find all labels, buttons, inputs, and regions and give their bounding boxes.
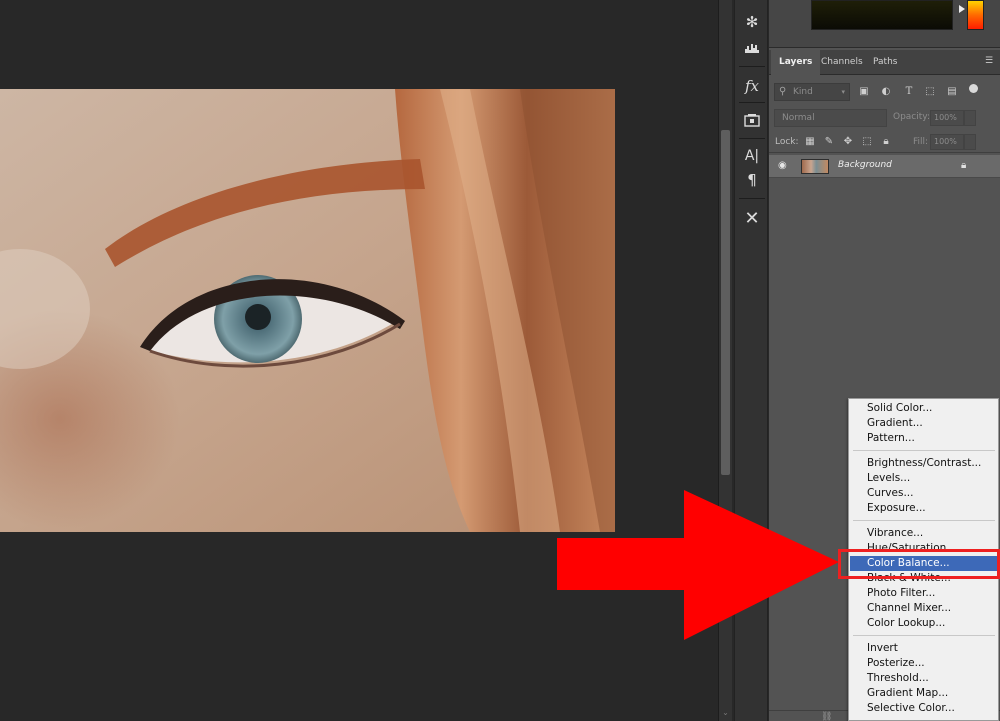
menu-item-invert[interactable]: Invert (850, 641, 998, 656)
search-icon: ⚲ (779, 86, 787, 97)
menu-separator (853, 635, 995, 636)
fill-input[interactable]: 100% (930, 134, 964, 150)
layers-panel-tabs: Layers Channels Paths ☰ (769, 50, 1000, 75)
kind-filter-label: Kind (793, 87, 813, 97)
color-panel (769, 0, 1000, 48)
hue-slider-arrow-icon[interactable] (959, 5, 965, 13)
character-icon[interactable]: A| (740, 144, 764, 168)
layer-row[interactable]: ◉ Background 🔒︎ (769, 155, 1000, 178)
menu-item-threshold[interactable]: Threshold... (850, 671, 998, 686)
annotation-arrow-icon (557, 490, 839, 640)
library-icon[interactable] (740, 108, 764, 132)
lock-icon: 🔒︎ (961, 160, 967, 171)
layer-thumbnail (801, 159, 829, 174)
smart-object-filter-icon[interactable]: ▤ (945, 85, 959, 99)
chevron-down-icon: ▾ (841, 88, 845, 96)
panel-menu-icon[interactable]: ☰ (985, 56, 995, 66)
filter-toggle[interactable] (969, 84, 978, 93)
lock-image-icon[interactable]: ✎ (822, 135, 836, 149)
lock-all-icon[interactable]: 🔒︎ (879, 135, 893, 149)
tools-icon[interactable]: ✕ (740, 206, 764, 230)
lock-transparent-icon[interactable]: ▦ (803, 135, 817, 149)
link-icon[interactable]: ⛓ (821, 712, 832, 721)
scroll-down-icon[interactable]: ⌄ (721, 708, 730, 717)
opacity-input[interactable]: 100% (930, 110, 964, 126)
fill-label: Fill: (913, 137, 929, 147)
menu-item-curves[interactable]: Curves... (850, 486, 998, 501)
layer-filter-row: ⚲ Kind ▾ ▣ ◐ T ⬚ ▤ (769, 80, 1000, 104)
menu-item-levels[interactable]: Levels... (850, 471, 998, 486)
color-field[interactable] (811, 0, 953, 30)
layer-kind-filter[interactable]: ⚲ Kind ▾ (774, 83, 850, 101)
menu-item-gradient-map[interactable]: Gradient Map... (850, 686, 998, 701)
fx-icon[interactable]: fx (740, 74, 764, 98)
menu-item-posterize[interactable]: Posterize... (850, 656, 998, 671)
strip-divider (739, 102, 765, 103)
menu-item-channel-mixer[interactable]: Channel Mixer... (850, 601, 998, 616)
menu-item-pattern[interactable]: Pattern... (850, 431, 998, 446)
menu-item-gradient[interactable]: Gradient... (850, 416, 998, 431)
lock-label: Lock: (775, 137, 799, 147)
menu-item-brightness-contrast[interactable]: Brightness/Contrast... (850, 456, 998, 471)
document-image[interactable] (0, 89, 615, 532)
tab-channels[interactable]: Channels (813, 50, 871, 75)
menu-item-photo-filter[interactable]: Photo Filter... (850, 586, 998, 601)
fill-dropdown[interactable] (964, 134, 976, 150)
shape-filter-icon[interactable]: ⬚ (923, 85, 937, 99)
lock-position-icon[interactable]: ✥ (841, 135, 855, 149)
strip-divider (739, 66, 765, 67)
menu-item-exposure[interactable]: Exposure... (850, 501, 998, 516)
menu-item-solid-color[interactable]: Solid Color... (850, 401, 998, 416)
eye-icon[interactable]: ◉ (778, 160, 792, 172)
histogram-icon[interactable] (740, 36, 764, 60)
menu-item-selective-color[interactable]: Selective Color... (850, 701, 998, 716)
blend-row: Normal Opacity: 100% (769, 106, 1000, 130)
strip-divider (739, 198, 765, 199)
lock-row: Lock: ▦ ✎ ✥ ⬚ 🔒︎ Fill: 100% (769, 131, 1000, 153)
annotation-highlight-box (838, 549, 1000, 579)
lock-artboard-icon[interactable]: ⬚ (860, 135, 874, 149)
opacity-dropdown[interactable] (964, 110, 976, 126)
blend-mode-select[interactable]: Normal (774, 109, 887, 127)
type-filter-icon[interactable]: T (902, 85, 916, 99)
adjustment-filter-icon[interactable]: ◐ (879, 85, 893, 99)
strip-divider (739, 138, 765, 139)
photoshop-window: ⌄ ✻ fx A| ¶ ✕ Layers Channels Paths ☰ ⚲ … (0, 0, 1000, 721)
menu-separator (853, 520, 995, 521)
menu-item-color-lookup[interactable]: Color Lookup... (850, 616, 998, 631)
pixel-filter-icon[interactable]: ▣ (857, 85, 871, 99)
portrait-photo (0, 89, 615, 532)
tab-paths[interactable]: Paths (865, 50, 905, 75)
layer-name[interactable]: Background (838, 160, 892, 170)
snowflake-icon[interactable]: ✻ (740, 10, 764, 34)
hue-slider[interactable] (967, 0, 984, 30)
menu-item-vibrance[interactable]: Vibrance... (850, 526, 998, 541)
scrollbar-thumb[interactable] (721, 130, 730, 475)
paragraph-icon[interactable]: ¶ (740, 168, 764, 192)
opacity-label: Opacity: (893, 112, 930, 122)
menu-separator (853, 450, 995, 451)
